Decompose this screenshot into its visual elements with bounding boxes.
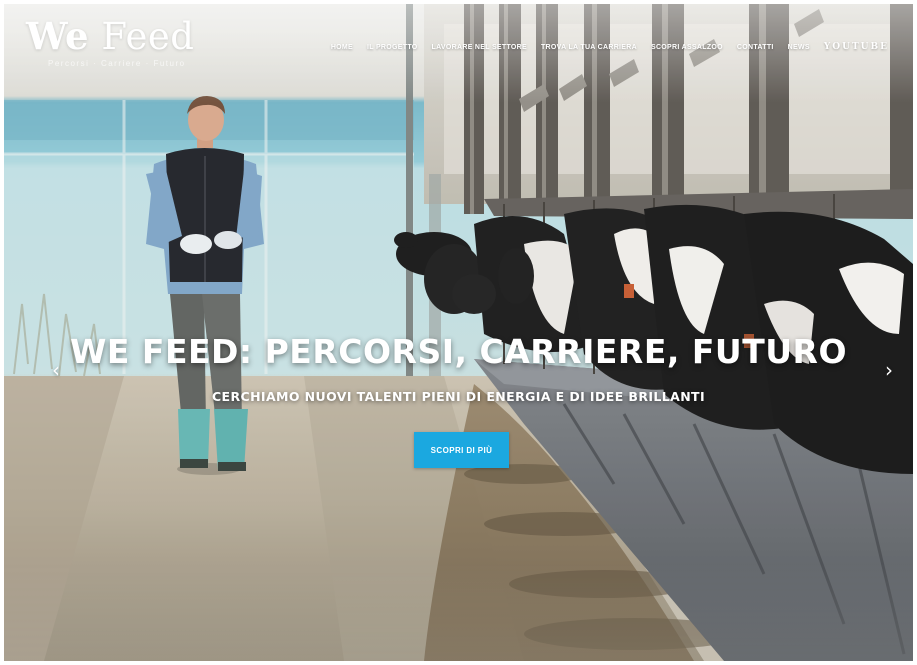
nav-item-carriera[interactable]: Trova la tua carriera [541,44,637,51]
youtube-link[interactable]: YouTube [824,42,889,52]
logo-tagline: Percorsi · Carriere · Futuro [48,59,186,68]
hero-slider: We Feed Percorsi · Carriere · Futuro Hom… [4,4,913,661]
site-logo[interactable]: We Feed Percorsi · Carriere · Futuro [26,16,194,68]
logo-we: We [26,14,90,58]
cta-button[interactable]: Scopri di più [414,432,509,468]
nav-item-home[interactable]: Home [331,44,353,51]
nav-item-news[interactable]: News [788,44,810,51]
nav-item-contatti[interactable]: Contatti [737,44,774,51]
logo-wordmark: We Feed [26,16,194,57]
nav-item-lavorare[interactable]: Lavorare nel settore [432,44,527,51]
nav-item-progetto[interactable]: Il progetto [367,44,418,51]
hero-subline: CERCHIAMO NUOVI TALENTI PIENI DI ENERGIA… [211,389,706,404]
nav-item-assalzoo[interactable]: Scopri Assalzoo [651,44,723,51]
hero-headline: WE FEED: PERCORSI, CARRIERE, FUTURO [69,332,847,371]
logo-feed: Feed [101,15,195,58]
page-frame: We Feed Percorsi · Carriere · Futuro Hom… [4,4,913,661]
main-nav: Home Il progetto Lavorare nel settore Tr… [331,42,889,52]
